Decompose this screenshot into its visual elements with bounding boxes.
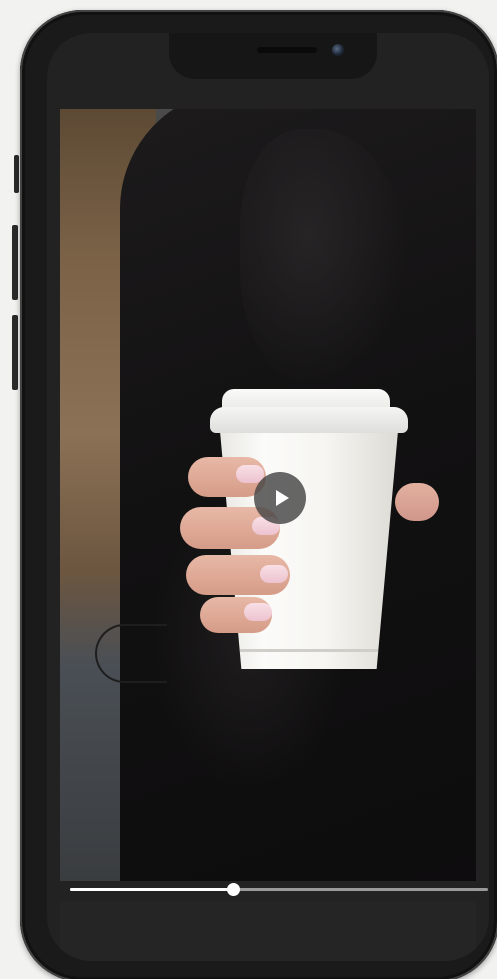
play-button[interactable] [254, 472, 306, 524]
bottom-bezel [60, 901, 476, 961]
front-camera [332, 44, 344, 56]
video-player[interactable] [60, 109, 476, 881]
coat-drawstring [95, 624, 167, 683]
fingernail [244, 603, 272, 621]
cup-bottom-seam [240, 649, 378, 652]
progress-fill [70, 888, 234, 891]
progress-bar[interactable] [70, 883, 488, 896]
phone-screen [47, 33, 489, 961]
earpiece-speaker [257, 47, 317, 53]
phone-frame [20, 10, 497, 979]
device-mockup [0, 0, 497, 979]
fingernail [260, 565, 288, 583]
volume-down-button [12, 315, 18, 390]
notch [169, 33, 377, 79]
cup-lid [210, 407, 408, 433]
progress-scrubber[interactable] [227, 883, 241, 896]
volume-up-button [12, 225, 18, 300]
play-icon [275, 490, 289, 506]
thumb [395, 483, 439, 521]
mute-switch [14, 155, 19, 193]
